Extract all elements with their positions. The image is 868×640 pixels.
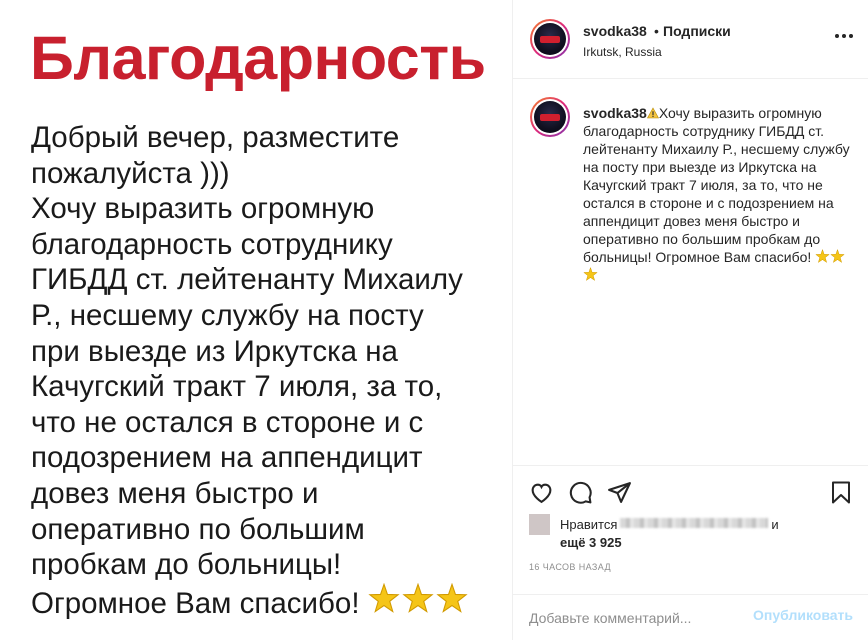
heart-icon[interactable] [529,480,554,505]
share-icon[interactable] [607,480,632,505]
publish-button[interactable]: Опубликовать [753,607,853,623]
comment-bar: Опубликовать [513,594,868,640]
star-icon [401,582,434,613]
header-separator: • [654,23,659,39]
star-icon [367,582,400,613]
location-link[interactable]: Irkutsk, Russia [583,45,662,59]
blurred-username[interactable] [620,518,769,528]
star-icon [435,582,468,613]
following-button[interactable]: Подписки [663,23,731,39]
image-stars [367,582,468,615]
image-body-content: Добрый вечер, разместите пожалуйста ))) … [31,121,463,620]
likes-prefix: Нравится [560,517,618,532]
actions-section: Нравится и ещё 3 925 16 часов назад [513,465,868,595]
comment-input[interactable] [529,607,749,629]
image-title: Благодарность [30,24,486,92]
more-options-icon[interactable] [832,24,856,48]
header-username-link[interactable]: svodka38 [583,23,647,39]
caption-avatar[interactable] [530,97,570,137]
action-bar [529,480,632,505]
likes-text: Нравится и ещё 3 925 [560,516,779,552]
avatar[interactable] [530,19,570,59]
warning-icon [646,107,659,119]
comment-icon[interactable] [568,480,593,505]
star-icon [583,266,598,281]
image-body-text: Добрый вечер, разместите пожалуйста ))) … [31,120,501,621]
post-side-panel: svodka38 • Подписки Irkutsk, Russia svod… [512,0,868,640]
likes-count-link[interactable]: ещё 3 925 [560,535,622,550]
caption-username-link[interactable]: svodka38 [583,105,647,121]
post-header: svodka38 • Подписки Irkutsk, Russia [513,0,868,79]
post-timestamp[interactable]: 16 часов назад [529,562,611,572]
caption-text: Хочу выразить огромную благодарность сот… [583,105,850,265]
post-image[interactable]: Благодарность Добрый вечер, разместите п… [0,0,512,640]
bookmark-icon[interactable] [829,480,853,505]
liker-avatar[interactable] [529,514,550,535]
caption: svodka38 Хочу выразить огромную благодарн… [583,104,851,284]
star-icon [815,248,831,263]
star-icon [830,248,846,263]
likes-conjunction: и [771,517,779,532]
caption-section: svodka38 Хочу выразить огромную благодарн… [513,80,868,465]
bookmark-button[interactable] [829,480,853,510]
